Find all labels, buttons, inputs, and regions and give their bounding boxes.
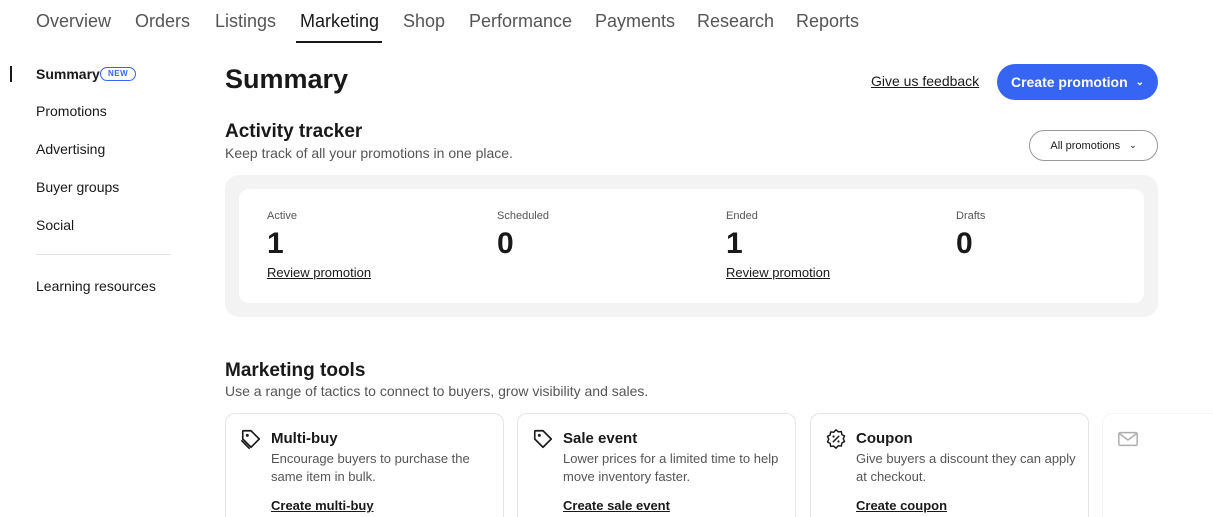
chevron-down-icon: ⌄ bbox=[1135, 76, 1145, 88]
tool-card-coupon[interactable]: Coupon Give buyers a discount they can a… bbox=[810, 413, 1089, 517]
tab-orders[interactable]: Orders bbox=[135, 11, 190, 32]
tab-research[interactable]: Research bbox=[697, 11, 774, 32]
create-sale-event-link[interactable]: Create sale event bbox=[563, 498, 670, 513]
tool-card-multi-buy[interactable]: Multi-buy Encourage buyers to purchase t… bbox=[225, 413, 504, 517]
marketing-tools-subtitle: Use a range of tactics to connect to buy… bbox=[225, 383, 649, 399]
sidebar-item-social[interactable]: Social bbox=[36, 217, 74, 233]
activity-tracker-title: Activity tracker bbox=[225, 121, 363, 142]
stat-value: 1 bbox=[726, 227, 743, 260]
chevron-down-icon: ⌄ bbox=[1129, 140, 1137, 150]
sidebar-active-indicator bbox=[10, 66, 12, 82]
activity-tracker-panel: Active 1 Review promotion Scheduled 0 En… bbox=[225, 175, 1158, 317]
activity-tracker-subtitle: Keep track of all your promotions in one… bbox=[225, 145, 513, 161]
stat-label: Active bbox=[267, 210, 297, 222]
feedback-link[interactable]: Give us feedback bbox=[871, 73, 979, 89]
marketing-tools-title: Marketing tools bbox=[225, 360, 366, 381]
stat-label: Ended bbox=[726, 210, 758, 222]
new-badge: NEW bbox=[100, 67, 137, 81]
tool-card-email[interactable] bbox=[1102, 413, 1213, 517]
stat-value: 0 bbox=[956, 227, 973, 260]
tab-payments[interactable]: Payments bbox=[595, 11, 675, 32]
sidebar-item-promotions[interactable]: Promotions bbox=[36, 103, 107, 119]
sidebar-item-summary[interactable]: Summary bbox=[36, 66, 100, 82]
tab-reports[interactable]: Reports bbox=[796, 11, 859, 32]
review-promotion-link[interactable]: Review promotion bbox=[267, 265, 371, 280]
card-description: Give buyers a discount they can apply at… bbox=[856, 451, 1076, 484]
page-title: Summary bbox=[225, 64, 349, 94]
card-description: Encourage buyers to purchase the same it… bbox=[271, 451, 470, 484]
tab-overview[interactable]: Overview bbox=[36, 11, 111, 32]
top-nav: Overview Orders Listings Marketing Shop … bbox=[0, 0, 1213, 46]
create-multi-buy-link[interactable]: Create multi-buy bbox=[271, 498, 374, 513]
stat-label: Scheduled bbox=[497, 210, 549, 222]
card-title: Sale event bbox=[563, 430, 638, 447]
filter-label: All promotions bbox=[1050, 139, 1121, 152]
create-promotion-label: Create promotion bbox=[1010, 74, 1128, 90]
card-title: Multi-buy bbox=[271, 430, 338, 447]
stat-value: 0 bbox=[497, 227, 514, 260]
sidebar-item-learning-resources[interactable]: Learning resources bbox=[36, 278, 156, 294]
activity-stats: Active 1 Review promotion Scheduled 0 En… bbox=[239, 189, 1144, 303]
tab-listings[interactable]: Listings bbox=[215, 11, 276, 32]
review-promotion-link[interactable]: Review promotion bbox=[726, 265, 830, 280]
card-description: Lower prices for a limited time to help … bbox=[563, 451, 779, 484]
tool-card-sale-event[interactable]: Sale event Lower prices for a limited ti… bbox=[517, 413, 796, 517]
tab-marketing[interactable]: Marketing bbox=[300, 11, 379, 32]
card-title: Coupon bbox=[856, 430, 913, 447]
sidebar-item-advertising[interactable]: Advertising bbox=[36, 141, 105, 157]
active-tab-underline bbox=[296, 41, 382, 43]
coupon-badge-icon bbox=[826, 429, 846, 449]
create-promotion-button[interactable]: Create promotion ⌄ bbox=[997, 64, 1158, 100]
tag-multi-icon bbox=[241, 429, 261, 449]
stat-label: Drafts bbox=[956, 210, 986, 222]
tab-shop[interactable]: Shop bbox=[403, 11, 445, 32]
create-coupon-link[interactable]: Create coupon bbox=[856, 498, 947, 513]
tab-performance[interactable]: Performance bbox=[469, 11, 572, 32]
sidebar-item-buyer-groups[interactable]: Buyer groups bbox=[36, 179, 119, 195]
tag-icon bbox=[533, 429, 553, 449]
mail-icon bbox=[1118, 431, 1138, 447]
stat-value: 1 bbox=[267, 227, 284, 260]
sidebar-divider bbox=[36, 254, 171, 255]
promotions-filter-dropdown[interactable]: All promotions ⌄ bbox=[1029, 130, 1158, 161]
